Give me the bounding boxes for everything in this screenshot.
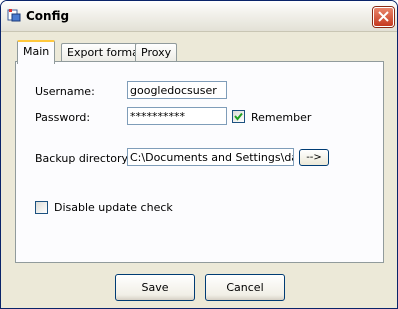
password-field[interactable]: ********** (127, 107, 227, 125)
save-button[interactable]: Save (115, 274, 195, 301)
config-window: Config Main Export format Proxy Username… (0, 0, 398, 309)
backup-directory-label: Backup directory: (35, 152, 131, 165)
title-bar[interactable]: Config (1, 1, 397, 32)
app-config-icon (7, 8, 21, 22)
browse-button[interactable]: --> (299, 149, 329, 166)
dialog-content: Main Export format Proxy Username: googl… (3, 32, 395, 307)
disable-update-checkbox[interactable] (35, 201, 48, 214)
password-label: Password: (35, 111, 91, 124)
window-title: Config (26, 9, 70, 23)
username-field[interactable]: googledocsuser (127, 81, 227, 99)
backup-directory-field[interactable]: C:\Documents and Settings\dav\ (127, 148, 294, 166)
tab-main[interactable]: Main (17, 40, 56, 64)
username-label: Username: (35, 85, 95, 98)
cancel-button[interactable]: Cancel (205, 274, 285, 301)
disable-update-label: Disable update check (54, 201, 173, 214)
tab-panel-main: Username: googledocsuser Password: *****… (15, 61, 384, 263)
checkmark-icon (234, 112, 243, 121)
remember-checkbox[interactable] (232, 110, 245, 123)
remember-label: Remember (251, 111, 312, 124)
tab-proxy[interactable]: Proxy (135, 43, 178, 62)
close-button[interactable] (373, 7, 394, 27)
close-icon (378, 11, 389, 22)
